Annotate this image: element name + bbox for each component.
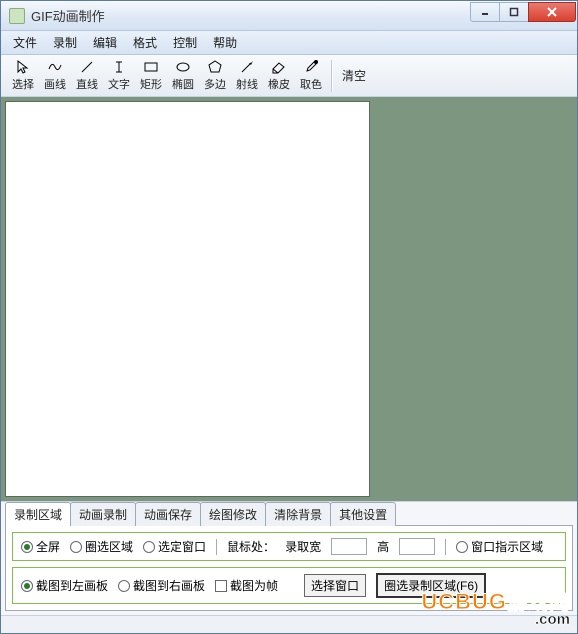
- ibeam-icon: [111, 59, 127, 75]
- app-icon: [9, 8, 25, 24]
- ellipse-icon: [175, 59, 191, 75]
- menu-format[interactable]: 格式: [125, 32, 165, 53]
- row-region: 全屏 圈选区域 选定窗口 鼠标处： 录取宽 高 窗口指示区域: [12, 532, 566, 561]
- window-buttons: [471, 2, 576, 22]
- radio-indicator[interactable]: 窗口指示区域: [456, 538, 543, 555]
- mouse-label: 鼠标处：: [227, 538, 275, 555]
- check-asframe[interactable]: 截图为帧: [215, 577, 278, 594]
- close-icon: [546, 6, 558, 18]
- eraser-icon: [270, 59, 288, 75]
- tool-ellipse[interactable]: 椭圆: [167, 57, 199, 94]
- radio-cap-right[interactable]: 截图到右画板: [118, 577, 205, 594]
- tool-select[interactable]: 选择: [7, 57, 39, 94]
- divider: [445, 539, 446, 555]
- tool-eraser[interactable]: 橡皮: [263, 57, 295, 94]
- statusbar: [1, 615, 577, 633]
- radio-fullscreen[interactable]: 全屏: [21, 538, 60, 555]
- menu-file[interactable]: 文件: [5, 32, 45, 53]
- menu-control[interactable]: 控制: [165, 32, 205, 53]
- toolbar-separator: [331, 60, 333, 92]
- tool-ray[interactable]: 射线: [231, 57, 263, 94]
- btn-box-record[interactable]: 圈选录制区域(F6): [376, 573, 486, 598]
- menubar: 文件 录制 编辑 格式 控制 帮助: [1, 31, 577, 55]
- tool-rect[interactable]: 矩形: [135, 57, 167, 94]
- squiggle-icon: [47, 59, 63, 75]
- canvas[interactable]: [5, 101, 370, 497]
- row-capture: 截图到左画板 截图到右画板 截图为帧 选择窗口 圈选录制区域(F6): [12, 567, 566, 604]
- minimize-button[interactable]: [470, 2, 500, 22]
- maximize-icon: [509, 7, 519, 17]
- tab-other[interactable]: 其他设置: [330, 502, 396, 526]
- rec-height-label: 高: [377, 538, 389, 555]
- canvas-area: [1, 97, 577, 501]
- tab-clear-bg[interactable]: 清除背景: [265, 502, 331, 526]
- tool-freehand[interactable]: 画线: [39, 57, 71, 94]
- ray-icon: [239, 59, 255, 75]
- menu-record[interactable]: 录制: [45, 32, 85, 53]
- radio-pickwindow[interactable]: 选定窗口: [143, 538, 206, 555]
- divider: [216, 539, 217, 555]
- bottom-panel: 录制区域 动画录制 动画保存 绘图修改 清除背景 其他设置 全屏 圈选区域 选定…: [1, 501, 577, 615]
- tool-dropper[interactable]: 取色: [295, 57, 327, 94]
- line-icon: [79, 59, 95, 75]
- menu-edit[interactable]: 编辑: [85, 32, 125, 53]
- titlebar: GIF动画制作: [1, 1, 577, 31]
- tab-panel: 全屏 圈选区域 选定窗口 鼠标处： 录取宽 高 窗口指示区域 截图到左画板 截图…: [5, 525, 573, 611]
- window-title: GIF动画制作: [31, 6, 471, 25]
- radio-cap-left[interactable]: 截图到左画板: [21, 577, 108, 594]
- minimize-icon: [480, 7, 490, 17]
- clear-button[interactable]: 清空: [337, 67, 371, 84]
- btn-pick-window[interactable]: 选择窗口: [304, 574, 366, 597]
- polygon-icon: [207, 59, 223, 75]
- rec-width-label: 录取宽: [285, 538, 321, 555]
- close-button[interactable]: [528, 2, 576, 22]
- tab-anim-save[interactable]: 动画保存: [135, 502, 201, 526]
- maximize-button[interactable]: [499, 2, 529, 22]
- tab-anim-record[interactable]: 动画录制: [70, 502, 136, 526]
- tool-polygon[interactable]: 多边: [199, 57, 231, 94]
- rec-width-input[interactable]: [331, 538, 367, 555]
- tab-record-area[interactable]: 录制区域: [5, 502, 71, 526]
- tool-text[interactable]: 文字: [103, 57, 135, 94]
- rect-icon: [143, 59, 159, 75]
- menu-help[interactable]: 帮助: [205, 32, 245, 53]
- rec-height-input[interactable]: [399, 538, 435, 555]
- tab-draw-modify[interactable]: 绘图修改: [200, 502, 266, 526]
- toolbar: 选择 画线 直线 文字 矩形 椭圆 多边 射线: [1, 55, 577, 97]
- app-window: GIF动画制作 文件 录制 编辑 格式 控制 帮助 选择 画线: [0, 0, 578, 634]
- tool-line[interactable]: 直线: [71, 57, 103, 94]
- tabs: 录制区域 动画录制 动画保存 绘图修改 清除背景 其他设置: [5, 504, 573, 526]
- cursor-icon: [15, 59, 31, 75]
- radio-boxselect[interactable]: 圈选区域: [70, 538, 133, 555]
- dropper-icon: [303, 59, 319, 75]
